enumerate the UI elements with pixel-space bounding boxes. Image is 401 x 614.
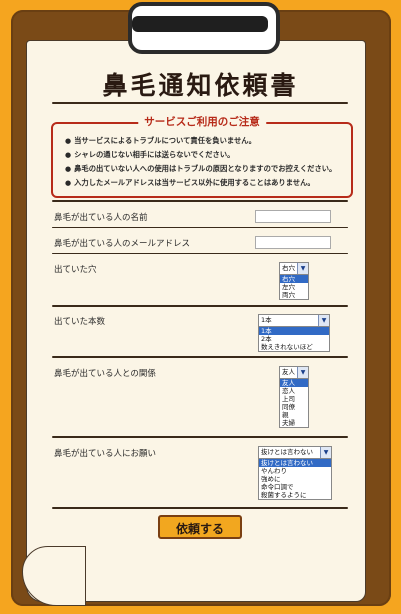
hole-option[interactable]: 両穴 — [280, 291, 308, 299]
chevron-down-icon[interactable]: ▼ — [297, 263, 308, 274]
hole-select[interactable]: 右穴 ▼ 右穴 左穴 両穴 — [279, 262, 309, 300]
request-select[interactable]: 抜けとは言わない ▼ 抜けとは言わない やんわり 強めに 命令口調で 殺菌するよう… — [258, 446, 332, 500]
name-input[interactable] — [255, 210, 331, 223]
request-option[interactable]: 命令口調で — [259, 483, 331, 491]
request-option[interactable]: 抜けとは言わない — [259, 459, 331, 467]
page-title: 鼻毛通知依頼書 — [102, 71, 299, 100]
request-selected-value: 抜けとは言わない — [261, 448, 313, 456]
row-divider — [52, 305, 348, 307]
request-label: 鼻毛が出ている人にお願い — [54, 449, 157, 459]
hole-option[interactable]: 右穴 — [280, 275, 308, 283]
notice-list: 当サービスによるトラブルについて責任を負いません。 シャレの通じない相手には送ら… — [65, 134, 336, 190]
relation-option[interactable]: 同僚 — [280, 403, 308, 411]
count-option[interactable]: 数えきれないほど — [259, 343, 329, 351]
count-option[interactable]: 1本 — [259, 327, 329, 335]
count-label: 出ていた本数 — [54, 317, 106, 327]
relation-select[interactable]: 友人 ▼ 友人 恋人 上司 同僚 親 夫婦 — [279, 366, 309, 428]
count-selected-value: 1本 — [261, 316, 272, 324]
notice-item: 当サービスによるトラブルについて責任を負いません。 — [65, 134, 336, 148]
chevron-down-icon[interactable]: ▼ — [297, 367, 308, 378]
hole-label: 出ていた穴 — [54, 265, 97, 275]
count-select[interactable]: 1本 ▼ 1本 2本 数えきれないほど — [258, 314, 330, 352]
notice-title: サービスご利用のご注意 — [138, 114, 266, 129]
request-option[interactable]: 殺菌するように — [259, 491, 331, 499]
name-label: 鼻毛が出ている人の名前 — [54, 213, 148, 223]
relation-selected-value: 友人 — [282, 368, 295, 376]
relation-option[interactable]: 夫婦 — [280, 419, 308, 427]
clipboard-clip-bar — [132, 16, 268, 32]
row-divider — [52, 436, 348, 438]
relation-option[interactable]: 親 — [280, 411, 308, 419]
relation-option[interactable]: 友人 — [280, 379, 308, 387]
title-divider — [52, 102, 348, 104]
relation-option[interactable]: 恋人 — [280, 387, 308, 395]
row-divider — [52, 356, 348, 358]
hole-option[interactable]: 左穴 — [280, 283, 308, 291]
email-input[interactable] — [255, 236, 331, 249]
email-label: 鼻毛が出ている人のメールアドレス — [54, 239, 191, 249]
notice-item: シャレの通じない相手には送らないでください。 — [65, 148, 336, 162]
relation-label: 鼻毛が出ている人との関係 — [54, 369, 156, 379]
submit-button[interactable]: 依頼する — [158, 515, 242, 539]
request-option[interactable]: 強めに — [259, 475, 331, 483]
notice-box: サービスご利用のご注意 当サービスによるトラブルについて責任を負いません。 シャ… — [51, 114, 353, 198]
row-divider — [52, 253, 348, 254]
row-divider — [52, 227, 348, 228]
hole-selected-value: 右穴 — [282, 264, 295, 272]
chevron-down-icon[interactable]: ▼ — [320, 447, 331, 458]
chevron-down-icon[interactable]: ▼ — [318, 315, 329, 326]
relation-option[interactable]: 上司 — [280, 395, 308, 403]
section-divider — [52, 200, 348, 202]
count-option[interactable]: 2本 — [259, 335, 329, 343]
notice-item: 入力したメールアドレスは当サービス以外に使用することはありません。 — [65, 176, 336, 190]
notice-item: 鼻毛の出ていない人への使用はトラブルの原因となりますのでお控えください。 — [65, 162, 336, 176]
row-divider — [52, 507, 348, 509]
request-option[interactable]: やんわり — [259, 467, 331, 475]
